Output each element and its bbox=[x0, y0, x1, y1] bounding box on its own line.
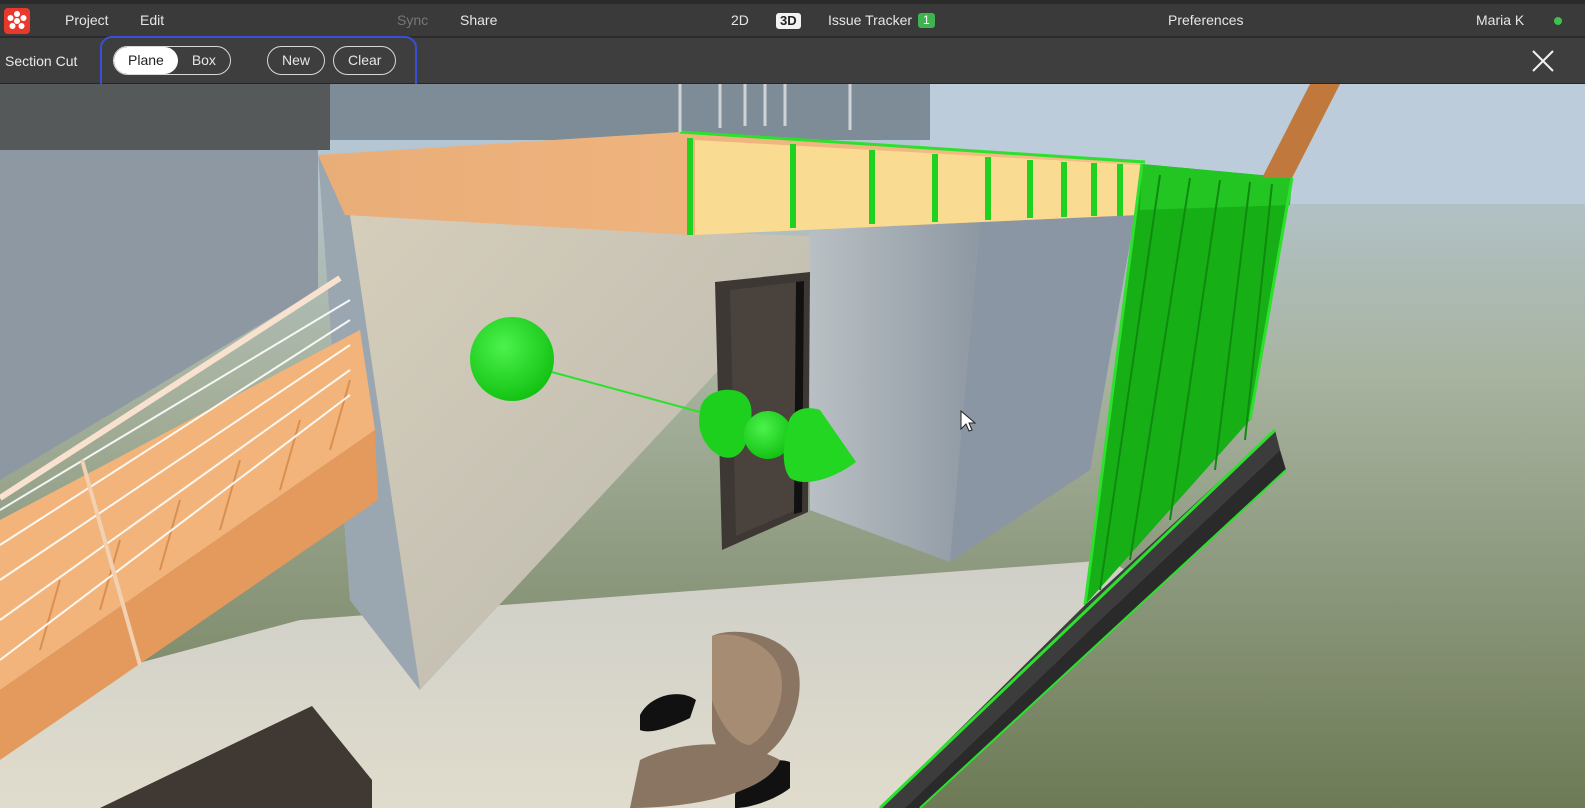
app-logo-icon[interactable] bbox=[4, 8, 30, 34]
menu-edit[interactable]: Edit bbox=[140, 4, 164, 37]
issue-tracker-label: Issue Tracker bbox=[828, 12, 913, 28]
menu-issue-tracker[interactable]: Issue Tracker 1 bbox=[828, 4, 935, 37]
menu-share[interactable]: Share bbox=[460, 4, 497, 37]
user-name[interactable]: Maria K bbox=[1476, 4, 1524, 37]
menu-bar: Project Edit Sync Share 2D 3D Issue Trac… bbox=[0, 4, 1585, 37]
close-icon[interactable] bbox=[1530, 48, 1556, 74]
new-section-button[interactable]: New bbox=[267, 46, 326, 75]
view-3d-label: 3D bbox=[776, 13, 801, 29]
view-2d-toggle[interactable]: 2D bbox=[731, 4, 749, 37]
mode-box-button[interactable]: Box bbox=[178, 47, 230, 74]
issue-count-badge: 1 bbox=[918, 13, 935, 28]
section-mode-toggle: Plane Box bbox=[113, 46, 231, 75]
section-cut-title: Section Cut bbox=[5, 53, 78, 69]
view-3d-toggle[interactable]: 3D bbox=[776, 4, 801, 37]
clear-section-button[interactable]: Clear bbox=[333, 46, 397, 75]
menu-sync: Sync bbox=[397, 12, 429, 28]
menu-project[interactable]: Project bbox=[65, 4, 109, 37]
3d-viewport[interactable] bbox=[0, 84, 1585, 808]
menu-preferences[interactable]: Preferences bbox=[1168, 4, 1243, 37]
mode-plane-button[interactable]: Plane bbox=[114, 47, 178, 74]
online-status-icon bbox=[1554, 17, 1562, 25]
